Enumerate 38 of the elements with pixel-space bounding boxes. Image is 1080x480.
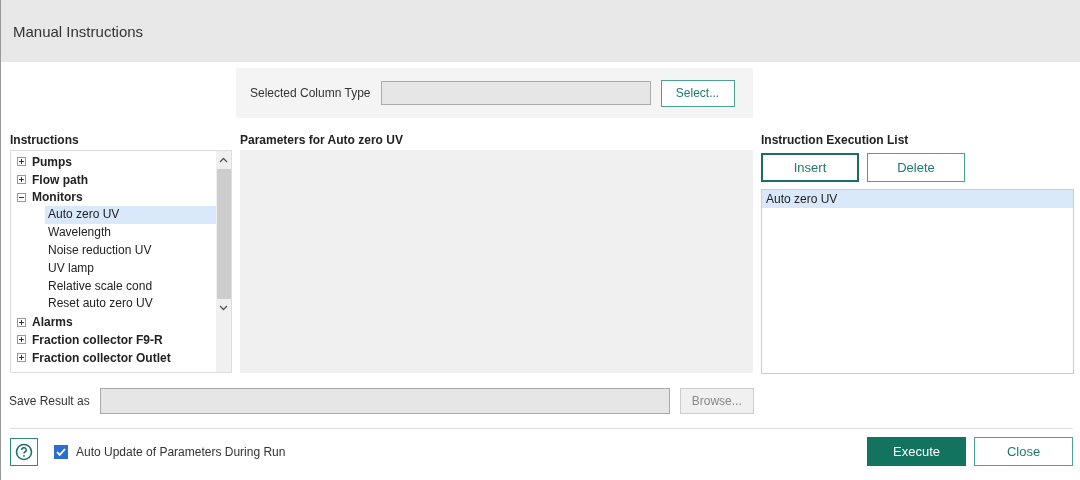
save-result-label: Save Result as [9, 394, 90, 408]
scroll-up-icon[interactable] [219, 157, 228, 163]
tree-group-item[interactable]: Alarms [32, 315, 73, 330]
expander-icon[interactable] [17, 353, 26, 363]
expander-icon[interactable] [17, 193, 26, 202]
tree-item[interactable]: UV lamp [45, 259, 216, 278]
window-title: Manual Instructions [13, 22, 144, 40]
tree-group-item[interactable]: Monitors [32, 190, 83, 205]
instructions-heading: Instructions [10, 132, 80, 149]
parameters-heading: Parameters for Auto zero UV [240, 132, 404, 149]
save-result-field[interactable] [99, 388, 670, 414]
expander-icon[interactable] [17, 335, 26, 345]
tree-item[interactable]: Reset auto zero UV [45, 295, 216, 314]
close-button[interactable]: Close [974, 437, 1073, 466]
tree-group-item[interactable]: Pumps [32, 154, 72, 169]
select-button[interactable]: Select... [660, 79, 735, 107]
tree-group-item[interactable]: Fraction collector Outlet [32, 350, 171, 365]
column-type-label: Selected Column Type [250, 86, 371, 100]
tree-item[interactable]: Noise reduction UV [45, 242, 216, 260]
scrollbar[interactable] [216, 151, 231, 372]
execute-button[interactable]: Execute [867, 437, 966, 466]
auto-update-label: Auto Update of Parameters During Run [76, 444, 286, 459]
delete-button[interactable]: Delete [867, 153, 965, 182]
tree-group-item[interactable]: Fraction collector F9-R [32, 332, 163, 347]
insert-button[interactable]: Insert [761, 153, 859, 182]
help-button[interactable] [10, 437, 38, 466]
expander-icon[interactable] [17, 175, 26, 185]
tree-group-item[interactable]: Flow path [32, 172, 88, 187]
tree-item[interactable]: Auto zero UV [45, 206, 216, 225]
execution-list-heading: Instruction Execution List [761, 132, 910, 149]
column-type-field[interactable] [380, 81, 651, 105]
tree-item[interactable]: Relative scale cond [45, 277, 216, 296]
scroll-down-icon[interactable] [219, 305, 228, 311]
tree-item[interactable]: Wavelength [45, 224, 216, 242]
checkbox[interactable] [54, 444, 68, 459]
expander-icon[interactable] [17, 317, 26, 327]
list-item[interactable]: Auto zero UV [762, 190, 1073, 208]
expander-icon[interactable] [17, 157, 26, 167]
